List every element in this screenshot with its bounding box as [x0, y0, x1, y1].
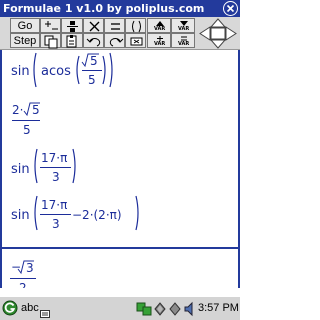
toolbar-button-7[interactable] — [61, 33, 83, 48]
var-add-label: VAR — [154, 41, 166, 47]
input-menu-button[interactable] — [40, 304, 50, 318]
result-radical — [17, 260, 34, 275]
go-button[interactable]: Go — [10, 18, 40, 33]
taskbar-clock[interactable]: 3:57 PM — [198, 302, 239, 314]
var-add-button[interactable]: VAR — [147, 33, 171, 48]
close-button[interactable] — [223, 1, 238, 16]
toolbar-button-5[interactable] — [125, 18, 146, 33]
redo-icon — [109, 38, 124, 47]
toolbar-button-10[interactable] — [125, 33, 146, 48]
var-list-button[interactable]: VAR — [171, 33, 195, 48]
result-fraction-bar — [10, 278, 36, 279]
sync-icon — [169, 302, 181, 316]
toolbar-button-9[interactable] — [104, 33, 125, 48]
g-start-icon — [2, 300, 18, 316]
equals-icon — [111, 23, 120, 30]
var-recall-button[interactable]: VAR — [171, 18, 195, 33]
go-button-label: Go — [17, 20, 33, 32]
title-bar: Formulae 1 v1.0 by poliplus.com — [0, 0, 240, 17]
network-icon — [136, 302, 152, 316]
fraction-icon — [67, 21, 78, 32]
toolbar-button-2[interactable] — [61, 18, 83, 33]
multiply-icon — [89, 21, 100, 32]
step-button-label: Step — [13, 35, 37, 47]
paste-icon — [66, 35, 77, 48]
window-title: Formulae 1 v1.0 by poliplus.com — [3, 2, 205, 15]
result-radicand: 3 — [26, 261, 34, 275]
start-button[interactable] — [2, 300, 18, 316]
toolbar-button-3[interactable] — [83, 18, 104, 33]
connectivity-status[interactable] — [168, 301, 182, 317]
network-status[interactable] — [136, 301, 152, 317]
plus-minus-icon — [45, 21, 58, 30]
toolbar-button-4[interactable] — [104, 18, 125, 33]
toolbar-button-1[interactable] — [40, 18, 61, 33]
volume-control[interactable] — [183, 301, 197, 317]
var-list-label: VAR — [178, 41, 190, 47]
var-store-button[interactable]: VAR — [147, 18, 171, 33]
speaker-icon — [184, 301, 193, 317]
delete-icon — [130, 37, 143, 46]
navigation-pad[interactable] — [198, 18, 238, 49]
result-denominator: 2 — [19, 281, 27, 288]
step-button[interactable]: Step — [10, 33, 40, 48]
dpad-arrows-icon — [199, 18, 237, 49]
input-method-label[interactable]: abc — [21, 302, 39, 314]
keyboard-input-icon — [40, 310, 50, 318]
bracket-icon — [132, 20, 141, 33]
var-store-label: VAR — [154, 26, 166, 32]
close-icon — [226, 4, 235, 13]
battery-status[interactable] — [153, 301, 167, 317]
app-window: Formulae 1 v1.0 by poliplus.com Go Step — [0, 0, 240, 320]
taskbar: abc 3:57 PM — [0, 296, 240, 320]
battery-icon — [154, 302, 166, 316]
toolbar-button-8[interactable] — [83, 33, 104, 48]
var-recall-label: VAR — [178, 26, 190, 32]
copy-icon — [44, 35, 58, 49]
formula-workspace[interactable]: sin acos 5 5 2· 5 5 sin 17·π 3 sin 17·π … — [0, 50, 240, 288]
undo-icon — [86, 38, 101, 47]
toolbar-button-6[interactable] — [40, 33, 61, 49]
